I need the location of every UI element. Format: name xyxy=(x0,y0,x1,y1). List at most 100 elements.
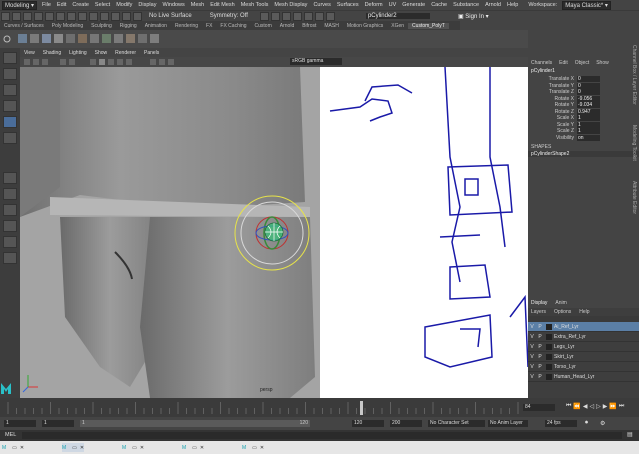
menu-substance[interactable]: Substance xyxy=(450,2,482,8)
channel-attr-value[interactable]: -9.034 xyxy=(577,102,600,109)
minimize-icon[interactable]: ▭ xyxy=(132,445,137,451)
hypershade-layout-icon[interactable] xyxy=(3,252,17,264)
shelf-tab-poly-modeling[interactable]: Poly Modeling xyxy=(48,23,87,29)
select-camera-icon[interactable] xyxy=(24,59,30,65)
layer-row[interactable]: V P Torso_Lyr xyxy=(528,362,639,372)
scale-tool-icon[interactable] xyxy=(3,132,17,144)
layer-row[interactable]: V P Ai_Ref_Lyr xyxy=(528,322,639,332)
layer-row[interactable]: V P Extra_Ref_Lyr xyxy=(528,332,639,342)
smooth-icon[interactable] xyxy=(150,34,159,43)
layer-playback-toggle[interactable]: P xyxy=(536,374,544,380)
side-tab-modeling-toolkit[interactable]: Modeling Toolkit xyxy=(631,125,637,161)
four-view-layout-icon[interactable] xyxy=(3,188,17,200)
viewport-menu-show[interactable]: Show xyxy=(91,50,112,56)
layer-playback-toggle[interactable]: P xyxy=(536,324,544,330)
taskbar-window-3[interactable]: M ▭ ✕ xyxy=(122,443,144,452)
torso-mesh[interactable] xyxy=(20,67,305,217)
outliner-layout-icon[interactable] xyxy=(3,220,17,232)
isolate-select-icon[interactable] xyxy=(150,59,156,65)
channel-attr-value[interactable]: 1 xyxy=(577,128,600,135)
layer-row[interactable]: V P Skirt_Lyr xyxy=(528,352,639,362)
step-forward-frame-icon[interactable]: ▶ xyxy=(603,403,608,410)
minimize-icon[interactable]: ▭ xyxy=(252,445,257,451)
channel-attr-value[interactable]: 0.947 xyxy=(577,108,600,115)
menu-select[interactable]: Select xyxy=(92,2,113,8)
layer-color-swatch[interactable] xyxy=(546,373,552,380)
menu-surfaces[interactable]: Surfaces xyxy=(334,2,362,8)
separate-icon[interactable] xyxy=(78,34,87,43)
playback-start-field[interactable]: 1 xyxy=(42,420,74,427)
film-gate-icon[interactable] xyxy=(69,59,75,65)
minimize-icon[interactable]: ▭ xyxy=(12,445,17,451)
auto-key-icon[interactable]: ⏺ xyxy=(585,420,588,427)
close-icon[interactable]: ✕ xyxy=(80,445,84,451)
viewport-menu-view[interactable]: View xyxy=(20,50,39,56)
shelf-tab-animation[interactable]: Animation xyxy=(141,23,171,29)
channel-attr-value[interactable]: 1 xyxy=(577,115,600,122)
layer-playback-toggle[interactable]: P xyxy=(536,334,544,340)
scene-start-field[interactable]: 1 xyxy=(4,420,36,427)
time-slider[interactable]: 84 ⏮ ⏪ ◀ ◁ ▷ ▶ ⏩ ⏭ xyxy=(0,398,639,417)
poly-sphere-icon[interactable] xyxy=(18,34,27,43)
smooth-shade-icon[interactable] xyxy=(99,59,105,65)
layer-visibility-toggle[interactable]: V xyxy=(528,344,536,350)
workspace-selector[interactable]: Maya Classic* ▾ xyxy=(562,0,611,10)
channel-attr-value[interactable]: 0 xyxy=(577,76,600,83)
object-name-field[interactable]: pCylinder2 xyxy=(365,13,430,19)
channel-attr-value[interactable]: on xyxy=(577,134,600,141)
hypershade-icon[interactable] xyxy=(303,11,313,21)
layer-tab-display[interactable]: Display xyxy=(531,300,547,306)
side-tab-channel-box[interactable]: Channel Box / Layer Editor xyxy=(631,45,637,105)
undo-icon[interactable] xyxy=(34,11,43,21)
history-icon[interactable] xyxy=(259,11,269,21)
menu-edit-mesh[interactable]: Edit Mesh xyxy=(207,2,237,8)
fps-selector[interactable]: 24 fps xyxy=(545,420,577,427)
shadows-icon[interactable] xyxy=(126,59,132,65)
menu-set-selector[interactable]: Modeling ▾ xyxy=(2,0,38,10)
menu-mesh-tools[interactable]: Mesh Tools xyxy=(238,2,272,8)
layer-color-swatch[interactable] xyxy=(546,353,552,360)
taskbar-window-2[interactable]: M ▭ ✕ xyxy=(62,443,85,452)
textured-icon[interactable] xyxy=(108,59,114,65)
menu-arnold[interactable]: Arnold xyxy=(482,2,504,8)
viewport-3d[interactable]: persp xyxy=(20,67,528,398)
channel-attr-value[interactable]: 1 xyxy=(577,121,600,128)
shelf-tab-arnold[interactable]: Arnold xyxy=(276,23,298,29)
save-scene-icon[interactable] xyxy=(23,11,32,21)
play-backwards-icon[interactable]: ◁ xyxy=(590,403,595,410)
layer-color-swatch[interactable] xyxy=(546,333,552,340)
shelf-gear-icon[interactable] xyxy=(3,35,11,43)
viewport-menu-shading[interactable]: Shading xyxy=(39,50,65,56)
extrude-icon[interactable] xyxy=(90,34,99,43)
leg-right-mesh[interactable] xyxy=(140,217,315,398)
menu-deform[interactable]: Deform xyxy=(362,2,386,8)
shelf-tab-motion-graphics[interactable]: Motion Graphics xyxy=(343,23,387,29)
poly-cylinder-icon[interactable] xyxy=(42,34,51,43)
viewport-menu-lighting[interactable]: Lighting xyxy=(65,50,91,56)
colorspace-selector[interactable]: sRGB gamma xyxy=(290,58,342,65)
current-frame-field[interactable]: 84 xyxy=(523,404,555,411)
menu-mesh-display[interactable]: Mesh Display xyxy=(271,2,310,8)
shelf-tab-bifrost[interactable]: Bifrost xyxy=(298,23,320,29)
xray-icon[interactable] xyxy=(159,59,165,65)
layer-playback-toggle[interactable]: P xyxy=(536,354,544,360)
shape-name[interactable]: pCylinderShape2 xyxy=(528,151,639,157)
taskbar-window-1[interactable]: M ▭ ✕ xyxy=(2,443,24,452)
layer-menu-layers[interactable]: Layers xyxy=(531,309,546,315)
layer-visibility-toggle[interactable]: V xyxy=(528,374,536,380)
ipr-render-icon[interactable] xyxy=(281,11,291,21)
menu-create[interactable]: Create xyxy=(69,2,92,8)
snap-grid-icon[interactable] xyxy=(89,11,98,21)
bookmarks-icon[interactable] xyxy=(42,59,48,65)
poly-plane-icon[interactable] xyxy=(54,34,63,43)
step-back-key-icon[interactable]: ⏪ xyxy=(573,403,580,410)
snap-point-icon[interactable] xyxy=(111,11,120,21)
snap-curve-icon[interactable] xyxy=(100,11,109,21)
side-by-side-layout-icon[interactable] xyxy=(3,204,17,216)
merge-icon[interactable] xyxy=(138,34,147,43)
layer-color-swatch[interactable] xyxy=(546,343,552,350)
menu-uv[interactable]: UV xyxy=(386,2,400,8)
xray-joints-icon[interactable] xyxy=(168,59,174,65)
shelf-tab-curves[interactable]: Curves / Surfaces xyxy=(0,23,48,29)
viewport-menu-renderer[interactable]: Renderer xyxy=(111,50,140,56)
